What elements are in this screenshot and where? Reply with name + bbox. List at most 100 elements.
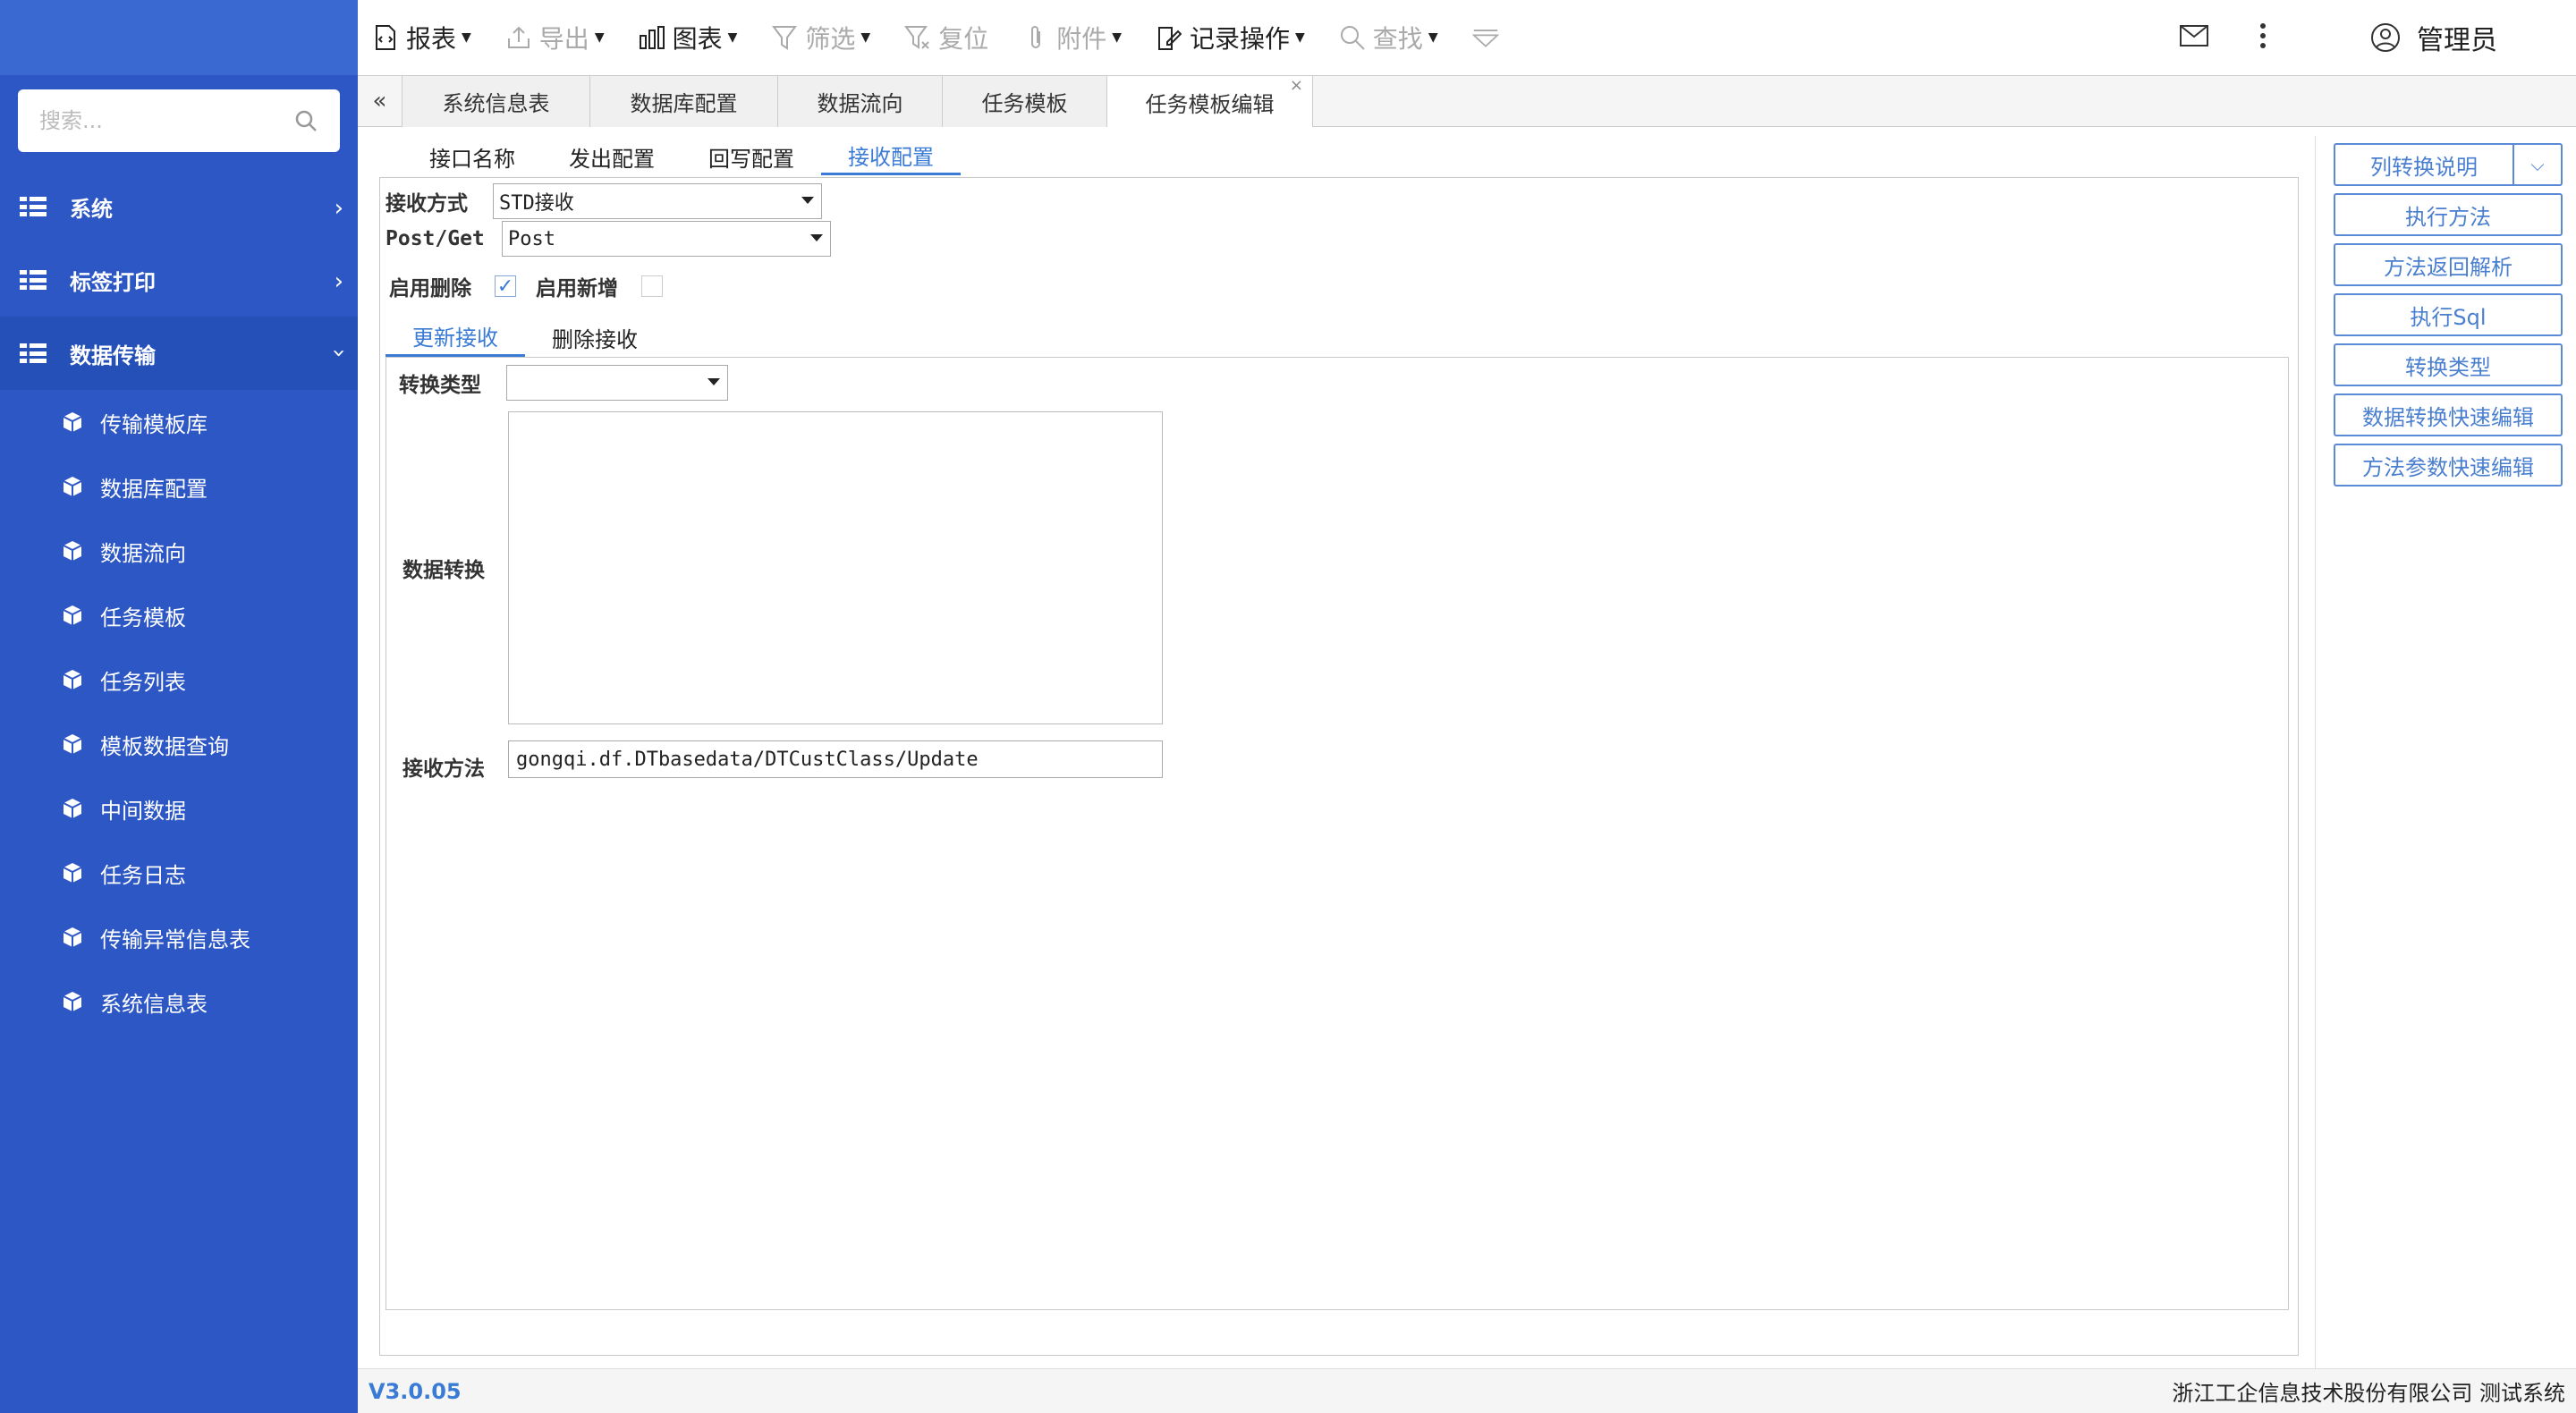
tab-task-template[interactable]: 任务模板 (943, 76, 1107, 127)
tab-data-flow[interactable]: 数据流向 (778, 76, 943, 127)
convert-type-select[interactable] (506, 365, 728, 401)
column-convert-help-splitbutton: 列转换说明 ⌵ (2334, 143, 2563, 186)
data-convert-label: 数据转换 (402, 559, 485, 582)
report-menu[interactable]: 报表 ▼ (372, 0, 471, 75)
find-menu[interactable]: 查找 ▼ (1339, 0, 1438, 75)
caret-down-icon: ▼ (594, 30, 605, 45)
report-icon (372, 24, 399, 51)
enable-delete-label: 启用删除 (389, 277, 471, 300)
overflow-icon (1471, 24, 1499, 51)
cube-icon (63, 926, 82, 948)
sidebar: 系统 › 标签打印 › 数据传输 › 传输模板库数据库配置数据流向任务模板任务列… (0, 0, 358, 1413)
sidebar-item[interactable]: 传输异常信息表 (0, 905, 358, 969)
method-return-parse-button[interactable]: 方法返回解析 (2334, 243, 2563, 286)
search-icon[interactable] (293, 108, 318, 133)
data-convert-quick-edit-button[interactable]: 数据转换快速编辑 (2334, 393, 2563, 436)
sidebar-item[interactable]: 任务日志 (0, 841, 358, 905)
search-input[interactable] (39, 108, 272, 133)
list-icon (20, 197, 47, 216)
sidebar-item-label: 任务模板 (100, 605, 186, 630)
sidebar-item[interactable]: 任务列表 (0, 647, 358, 712)
subtab-interface-name[interactable]: 接口名称 (402, 138, 542, 175)
tab-strip: « 系统信息表 数据库配置 数据流向 任务模板 任务模板编辑 × (358, 75, 2576, 128)
version-label: V3.0.05 (369, 1378, 462, 1404)
receive-method-label: 接收方法 (402, 757, 485, 781)
chevron-down-icon[interactable]: ⌵ (2514, 143, 2563, 186)
data-convert-textarea[interactable] (508, 411, 1163, 724)
filter-menu[interactable]: 筛选 ▼ (771, 0, 870, 75)
enable-delete-checkbox[interactable]: ✓ (495, 275, 516, 298)
sidebar-item[interactable]: 数据流向 (0, 519, 358, 583)
button-label: 数据转换快速编辑 (2362, 404, 2534, 430)
sidebar-item-label: 任务列表 (100, 669, 186, 695)
tab-label: 更新接收 (412, 326, 498, 351)
tab-db-config[interactable]: 数据库配置 (590, 76, 778, 127)
sidebar-item-label: 传输模板库 (100, 411, 208, 437)
paperclip-icon (1022, 24, 1049, 51)
receive-inner-tabs: 更新接收 删除接收 (386, 317, 665, 357)
sidebar-group-system[interactable]: 系统 › (0, 170, 358, 243)
execute-method-button[interactable]: 执行方法 (2334, 193, 2563, 236)
user-avatar-icon (2371, 23, 2400, 52)
chart-label: 图表 (672, 24, 723, 54)
record-ops-menu[interactable]: 记录操作 ▼ (1156, 0, 1305, 75)
sidebar-item[interactable]: 数据库配置 (0, 454, 358, 519)
sidebar-item-label: 模板数据查询 (100, 733, 229, 759)
subtab-receive-config[interactable]: 接收配置 (821, 138, 961, 175)
enable-add-label: 启用新增 (536, 277, 618, 300)
execute-sql-button[interactable]: 执行Sql (2334, 293, 2563, 336)
sidebar-group-label-print[interactable]: 标签打印 › (0, 243, 358, 317)
update-receive-panel: 转换类型 数据转换 接收方法 gongqi.df.DTbasedata/DTCu… (386, 357, 2289, 1310)
sidebar-item[interactable]: 任务模板 (0, 583, 358, 647)
tab-update-receive[interactable]: 更新接收 (386, 317, 525, 357)
sidebar-item-label: 系统信息表 (100, 991, 208, 1017)
filter-label: 筛选 (805, 24, 856, 54)
mail-icon[interactable] (2179, 24, 2209, 51)
method-value: Post (508, 227, 555, 250)
method-param-quick-edit-button[interactable]: 方法参数快速编辑 (2334, 444, 2563, 487)
tab-system-info[interactable]: 系统信息表 (402, 76, 590, 127)
button-label: 转换类型 (2405, 354, 2491, 380)
sidebar-item[interactable]: 系统信息表 (0, 969, 358, 1034)
receive-method-input[interactable]: gongqi.df.DTbasedata/DTCustClass/Update (508, 740, 1163, 778)
tab-delete-receive[interactable]: 删除接收 (525, 317, 665, 357)
enable-add-checkbox[interactable] (641, 275, 663, 297)
sidebar-item[interactable]: 中间数据 (0, 776, 358, 841)
sidebar-item[interactable]: 传输模板库 (0, 390, 358, 454)
user-menu[interactable]: 管理员 (2370, 18, 2497, 57)
method-select[interactable]: Post (502, 221, 831, 257)
tab-label: 数据流向 (817, 91, 903, 116)
receive-mode-select[interactable]: STD接收 (493, 183, 822, 219)
button-label: 执行Sql (2410, 304, 2487, 330)
export-label: 导出 (538, 24, 589, 54)
caret-down-icon: ▼ (860, 30, 871, 45)
sidebar-group-data-transfer[interactable]: 数据传输 › (0, 317, 358, 390)
more-vertical-icon[interactable] (2259, 22, 2267, 53)
subtab-send-config[interactable]: 发出配置 (542, 138, 682, 175)
receive-mode-value: STD接收 (499, 192, 574, 215)
reset-button[interactable]: 复位 (904, 0, 988, 75)
cube-icon (63, 733, 82, 755)
record-ops-label: 记录操作 (1190, 24, 1291, 54)
action-panel: 列转换说明 ⌵ 执行方法 方法返回解析 执行Sql 转换类型 数据转换快速编辑 … (2315, 136, 2576, 1370)
report-label: 报表 (406, 24, 457, 54)
tab-task-template-edit[interactable]: 任务模板编辑 × (1107, 76, 1313, 128)
chart-menu[interactable]: 图表 ▼ (639, 0, 737, 75)
button-label: 执行方法 (2405, 204, 2491, 230)
close-icon[interactable]: × (1290, 76, 1303, 95)
sidebar-item[interactable]: 模板数据查询 (0, 712, 358, 776)
sidebar-menu: 系统 › 标签打印 › 数据传输 › 传输模板库数据库配置 数据流向任务模板任务列… (0, 170, 358, 1034)
attachment-menu[interactable]: 附件 ▼ (1022, 0, 1122, 75)
sidebar-search[interactable] (18, 89, 340, 152)
export-menu[interactable]: 导出 ▼ (505, 0, 605, 75)
filter-icon (771, 24, 798, 51)
chevron-down-icon: › (325, 348, 352, 359)
subtab-writeback-config[interactable]: 回写配置 (682, 138, 821, 175)
sidebar-item-label: 传输异常信息表 (100, 926, 250, 952)
collapse-sidebar-button[interactable]: « (358, 76, 402, 126)
more-toolbar-button[interactable] (1471, 0, 1506, 75)
status-bar: V3.0.05 浙江工企信息技术股份有限公司 测试系统 (358, 1368, 2576, 1413)
convert-type-button[interactable]: 转换类型 (2334, 343, 2563, 386)
column-convert-help-button[interactable]: 列转换说明 (2334, 143, 2514, 186)
method-label: Post/Get (386, 227, 485, 250)
